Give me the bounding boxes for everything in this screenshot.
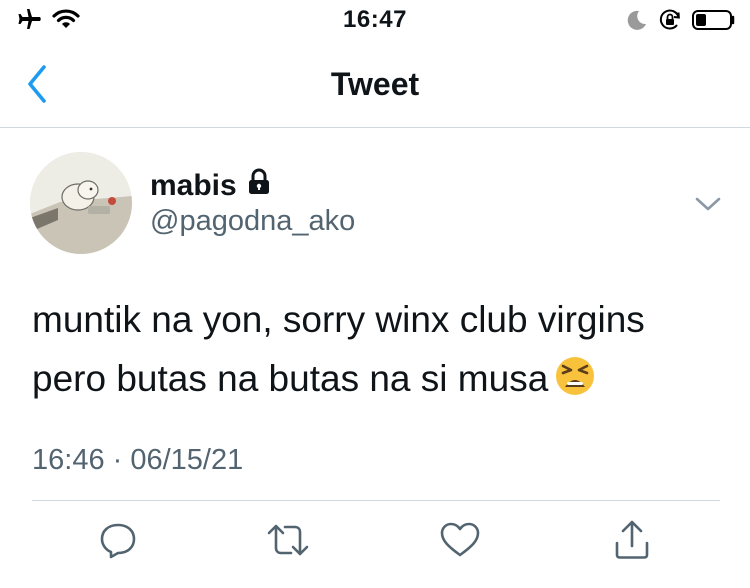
- avatar[interactable]: [30, 152, 132, 254]
- lock-icon: [247, 168, 271, 204]
- tweet-text-line-2: pero butas na butas na si musa: [32, 349, 722, 414]
- chevron-down-icon: [692, 197, 724, 220]
- reply-icon: [98, 520, 138, 565]
- author-handle[interactable]: @pagodna_ako: [150, 205, 355, 238]
- orientation-lock-icon: [658, 8, 682, 37]
- tired-face-emoji-icon: [554, 355, 596, 414]
- divider: [32, 500, 720, 501]
- like-button[interactable]: [438, 520, 482, 564]
- status-bar-right: [626, 8, 736, 37]
- battery-icon: [692, 9, 736, 36]
- heart-icon: [439, 520, 481, 565]
- share-button[interactable]: [610, 520, 654, 564]
- tweet-text-line-1: muntik na yon, sorry winx club virgins: [32, 299, 645, 340]
- more-options-button[interactable]: [692, 192, 724, 216]
- retweet-icon: [266, 520, 310, 565]
- tweet-actions: [0, 520, 750, 570]
- moon-icon: [626, 9, 648, 36]
- nav-bar: Tweet: [0, 42, 750, 128]
- tweet-timestamp: 16:46 · 06/15/21: [32, 444, 244, 476]
- tweet-text-line-2-text: pero butas na butas na si musa: [32, 358, 549, 399]
- author-name-text: mabis: [150, 169, 237, 202]
- share-icon: [612, 519, 652, 566]
- author-display-name[interactable]: mabis: [150, 168, 271, 204]
- page-title: Tweet: [330, 66, 420, 102]
- reply-button[interactable]: [96, 520, 140, 564]
- retweet-button[interactable]: [266, 520, 310, 564]
- tweet-text: muntik na yon, sorry winx club virgins p…: [32, 290, 722, 414]
- status-bar: 16:47: [0, 0, 750, 42]
